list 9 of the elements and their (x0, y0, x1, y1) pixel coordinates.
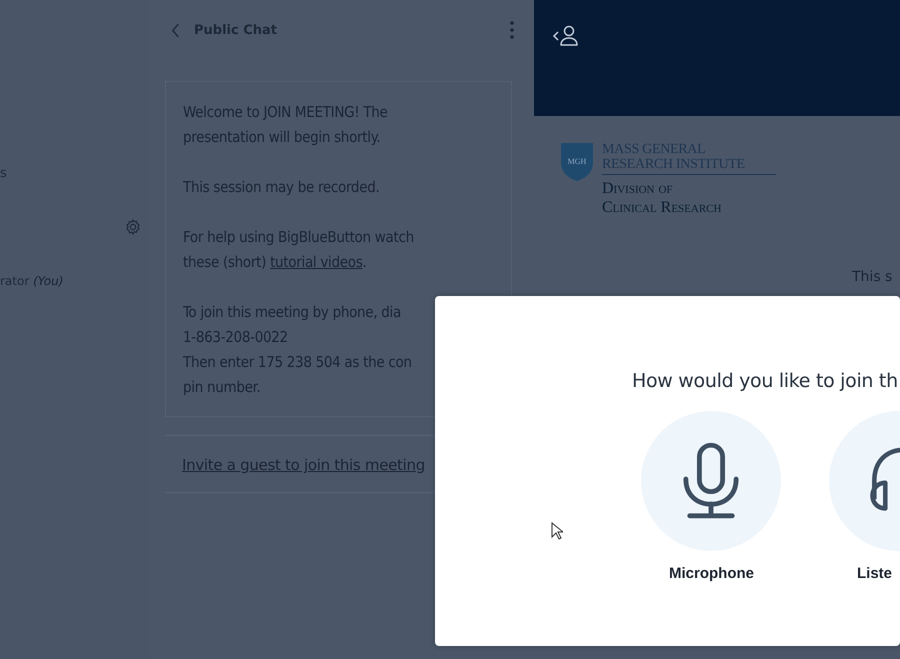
logo-text: Clinical Research (602, 198, 722, 217)
option-label[interactable]: Microphone (669, 565, 754, 582)
mouse-cursor-icon (551, 522, 563, 540)
logo-text: Division of (602, 179, 673, 198)
shield-logo-icon: MGH (560, 142, 594, 182)
modal-title: How would you like to join th (632, 370, 898, 392)
option-label[interactable]: Liste (857, 565, 892, 582)
microphone-icon (682, 442, 740, 520)
chevron-left-icon (171, 22, 180, 38)
